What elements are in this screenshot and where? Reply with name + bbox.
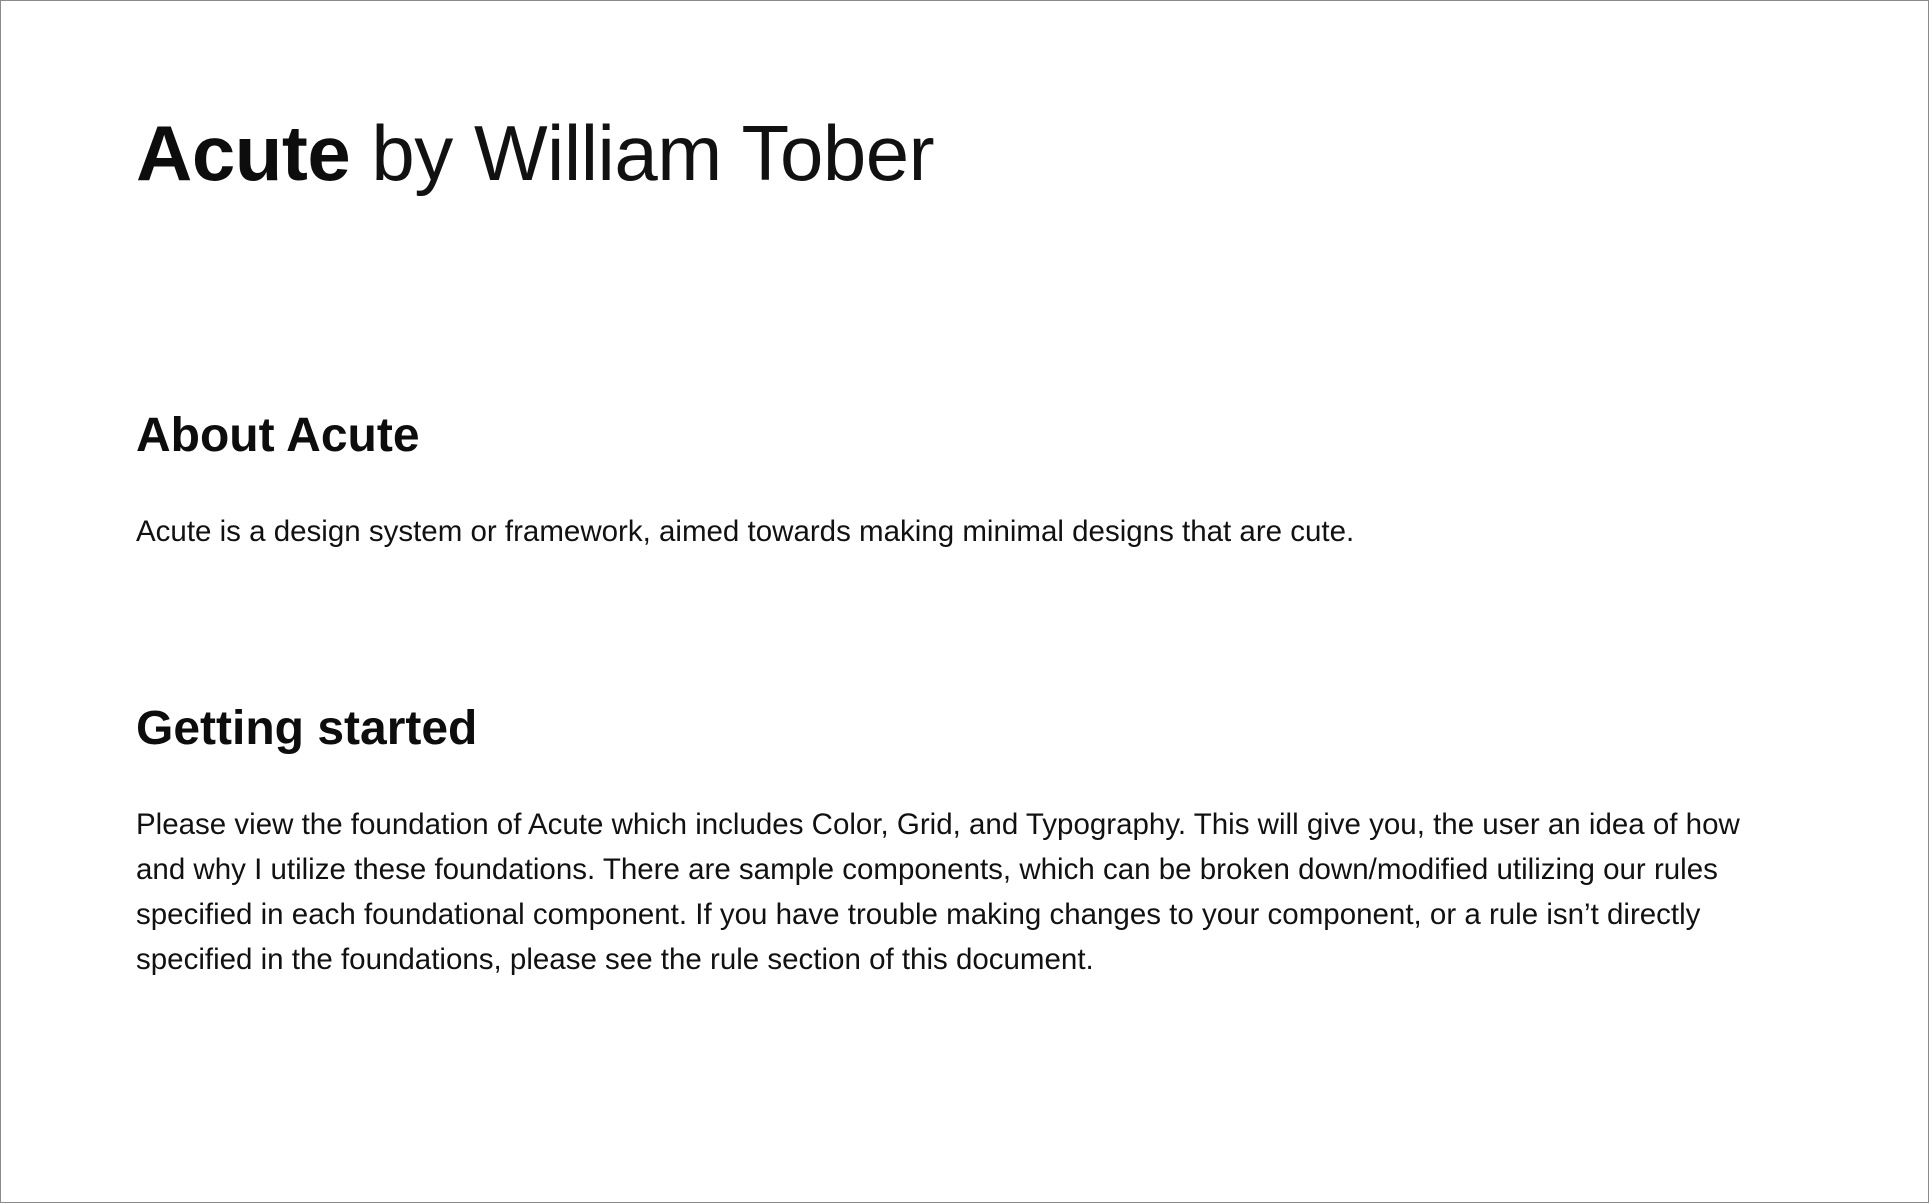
section-body-about: Acute is a design system or framework, a… — [136, 515, 1355, 548]
page-title: Acute by William Tober — [136, 105, 935, 201]
author-byline: by William Tober — [371, 109, 935, 197]
section-heading-getting-started: Getting started — [136, 702, 478, 755]
section-body-getting-started: Please view the foundation of Acute whic… — [136, 808, 1740, 976]
section-heading-about: About Acute — [136, 409, 420, 462]
brand-name: Acute — [136, 109, 351, 197]
document-page: Acute by William Tober About Acute Acute… — [0, 0, 1929, 1203]
